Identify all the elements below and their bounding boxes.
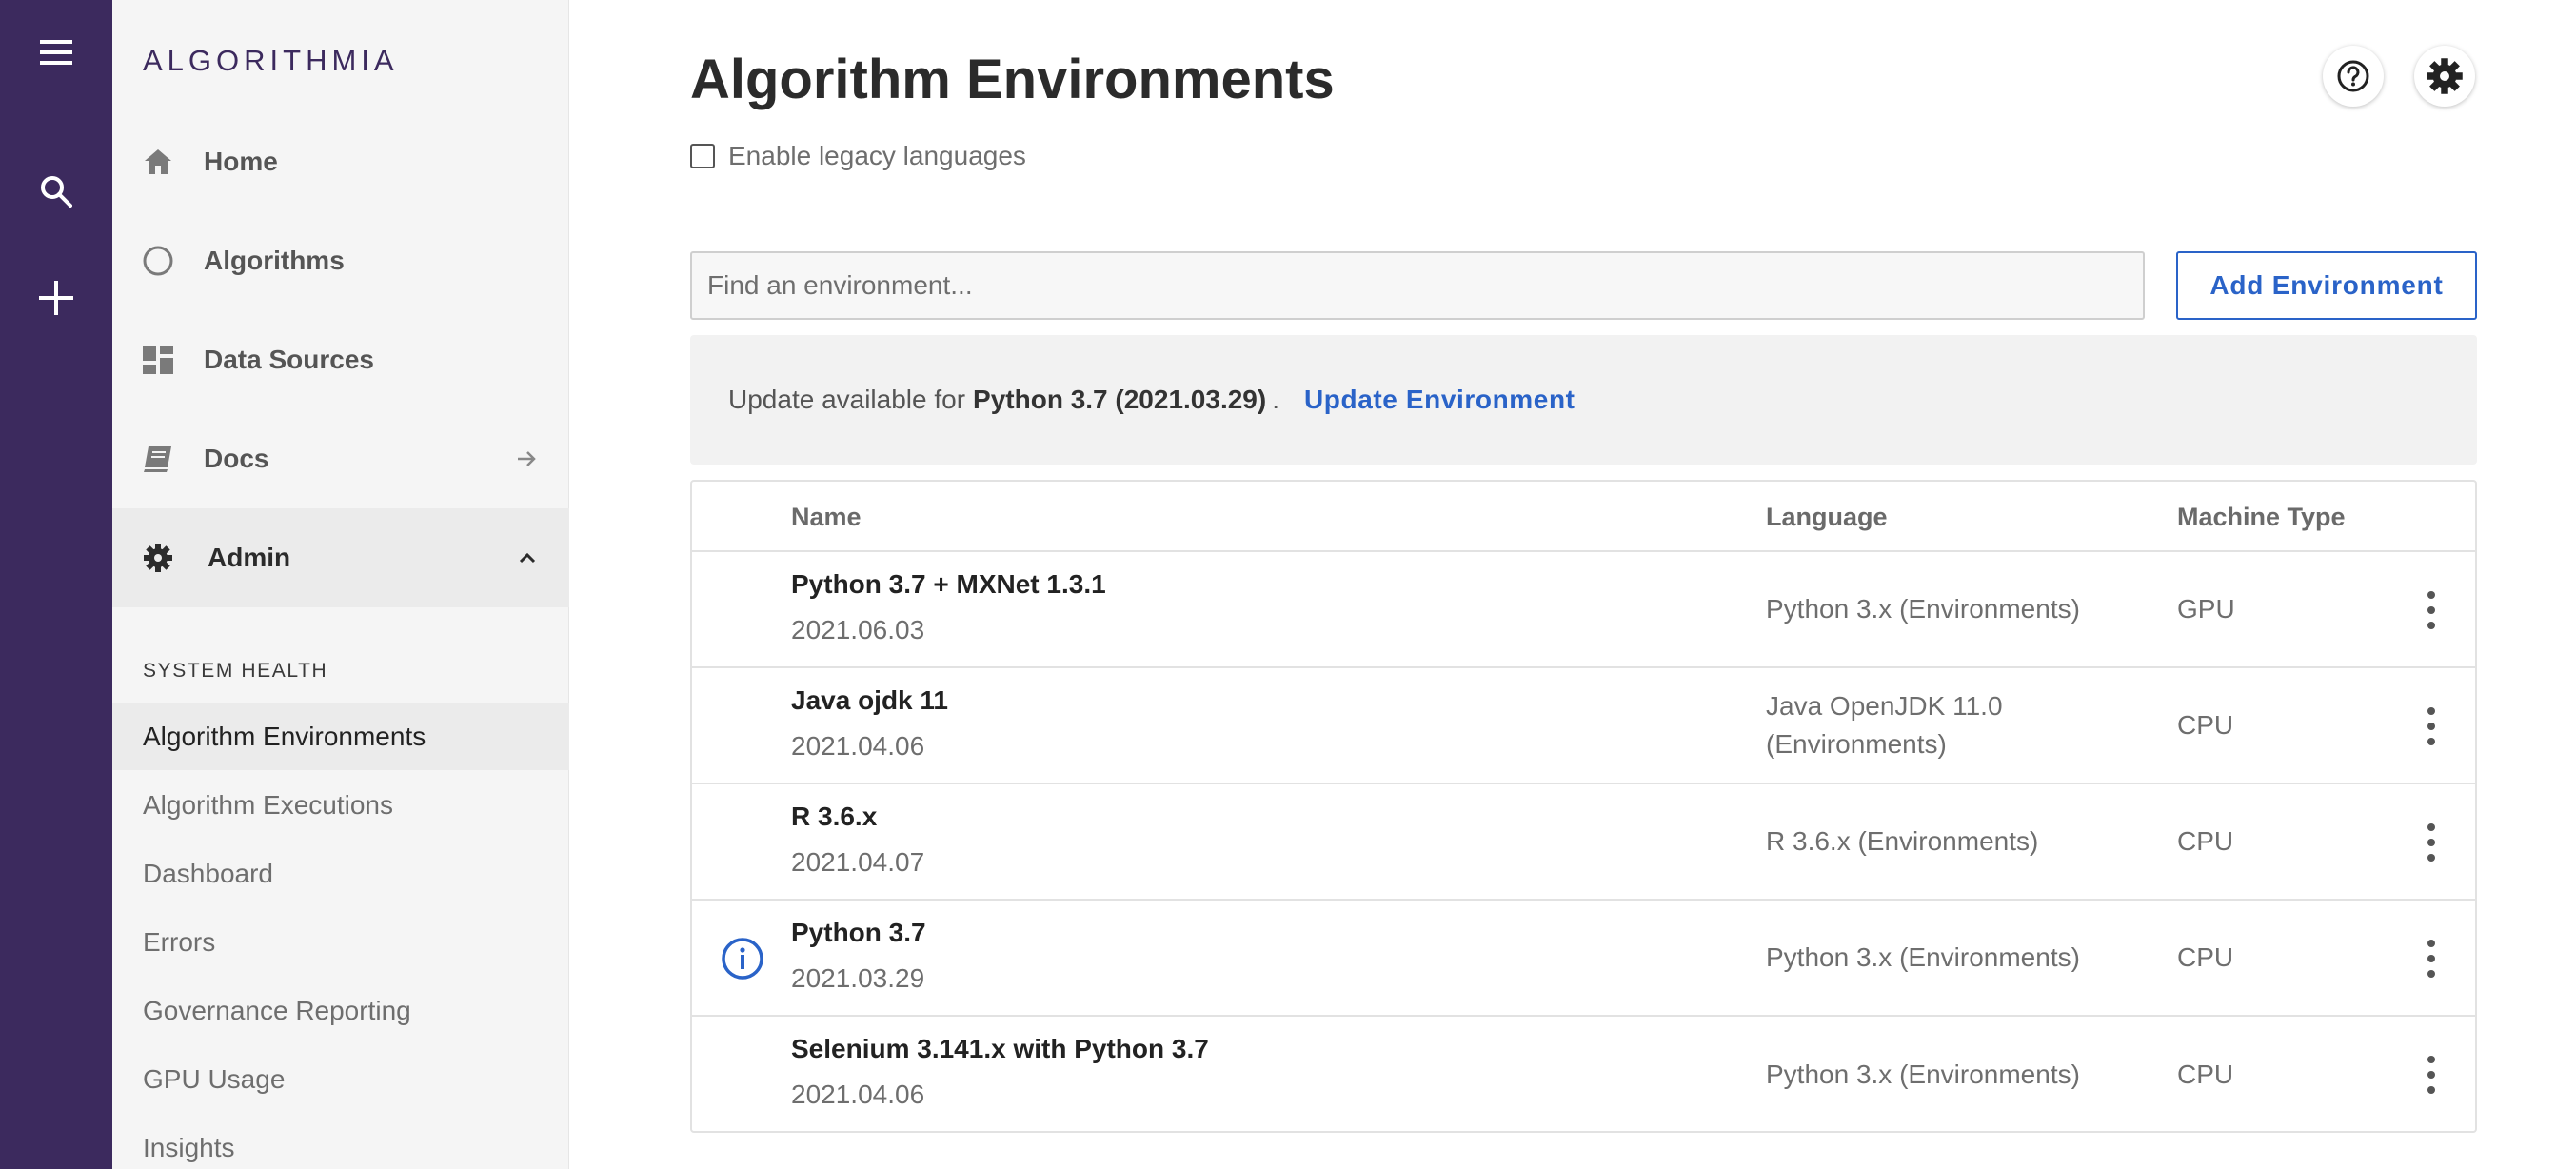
environment-search-input[interactable] [690,251,2145,320]
sub-item-algorithm-environments[interactable]: Algorithm Environments [112,703,569,770]
nav-item-admin[interactable]: Admin [112,508,569,607]
env-version: 2021.03.29 [791,963,925,993]
settings-gear-icon[interactable] [2414,46,2475,107]
plus-icon[interactable] [23,265,89,331]
more-options-icon[interactable] [2422,707,2441,745]
page-title: Algorithm Environments [690,49,1335,110]
env-name: Python 3.7 + MXNet 1.3.1 [791,569,1106,599]
arrow-right-icon [516,448,537,469]
table-row[interactable]: Python 3.7 2021.03.29 Python 3.x (Enviro… [692,901,2475,1017]
chevron-up-icon[interactable] [518,551,537,565]
help-icon[interactable] [2323,46,2384,107]
table-row[interactable]: Java ojdk 11 2021.04.06 Java OpenJDK 11.… [692,668,2475,784]
legacy-languages-label: Enable legacy languages [728,141,1026,170]
sub-item-dashboard[interactable]: Dashboard [112,841,569,907]
table-header: Name Language Machine Type [692,482,2475,552]
banner-suffix: . [1272,385,1279,414]
sub-item-gpu-usage[interactable]: GPU Usage [112,1046,569,1113]
more-options-icon[interactable] [2422,591,2441,629]
sub-item-algorithm-executions[interactable]: Algorithm Executions [112,772,569,839]
more-options-icon[interactable] [2422,940,2441,978]
sub-item-governance-reporting[interactable]: Governance Reporting [112,978,569,1044]
nav-label: Admin [208,543,291,572]
nav-label: Data Sources [204,345,374,374]
env-version: 2021.04.07 [791,847,925,877]
nav-item-data-sources[interactable]: Data Sources [112,310,569,409]
env-name: R 3.6.x [791,802,878,831]
table-row[interactable]: Selenium 3.141.x with Python 3.7 2021.04… [692,1017,2475,1133]
column-header-name: Name [791,503,862,531]
column-header-machine-type: Machine Type [2177,503,2346,531]
column-header-language: Language [1766,503,1888,531]
nav-item-algorithms[interactable]: Algorithms [112,211,569,310]
env-language: Python 3.x (Environments) [1766,1060,2080,1089]
nav-label: Algorithms [204,246,345,275]
more-options-icon[interactable] [2422,823,2441,862]
env-version: 2021.04.06 [791,1080,925,1109]
env-machine-type: CPU [2177,826,2234,856]
section-title: SYSTEM HEALTH [143,660,328,682]
nav-label: Home [204,147,278,176]
search-icon[interactable] [23,158,89,225]
info-icon[interactable] [721,937,764,981]
update-environment-link[interactable]: Update Environment [1304,385,1575,415]
banner-prefix: Update available for [728,385,966,414]
env-machine-type: CPU [2177,942,2234,972]
legacy-languages-checkbox[interactable] [690,144,715,168]
left-rail [0,0,112,1169]
env-machine-type: CPU [2177,1060,2234,1089]
env-language: Python 3.x (Environments) [1766,594,2080,624]
nav-item-docs[interactable]: Docs [112,409,569,508]
env-name: Selenium 3.141.x with Python 3.7 [791,1034,1209,1063]
legacy-languages-option: Enable legacy languages [690,141,1026,171]
update-banner: Update available for Python 3.7 (2021.03… [690,335,2477,465]
nav-item-home[interactable]: Home [112,112,569,211]
env-version: 2021.06.03 [791,615,925,644]
env-language: R 3.6.x (Environments) [1766,826,2039,856]
menu-icon[interactable] [23,19,89,86]
env-machine-type: GPU [2177,594,2235,624]
sub-item-insights[interactable]: Insights [112,1115,569,1169]
env-name: Python 3.7 [791,918,926,947]
env-machine-type: CPU [2177,710,2234,740]
dashboard-icon [141,343,175,377]
sidebar: ALGORITHMIA Home Algorithms Data Sources… [112,0,569,1169]
environments-table: Name Language Machine Type Python 3.7 + … [690,480,2477,1133]
sub-item-errors[interactable]: Errors [112,909,569,976]
table-row[interactable]: Python 3.7 + MXNet 1.3.1 2021.06.03 Pyth… [692,552,2475,668]
circle-icon [141,244,175,278]
more-options-icon[interactable] [2422,1056,2441,1094]
env-name: Java ojdk 11 [791,685,949,715]
gear-icon [141,541,175,575]
add-environment-button[interactable]: Add Environment [2176,251,2477,320]
table-row[interactable]: R 3.6.x 2021.04.07 R 3.6.x (Environments… [692,784,2475,901]
book-icon [141,442,175,476]
banner-env-name: Python 3.7 (2021.03.29) [973,385,1267,414]
env-version: 2021.04.06 [791,731,925,761]
env-language: Java OpenJDK 11.0 (Environments) [1766,691,2003,759]
env-language: Python 3.x (Environments) [1766,942,2080,972]
logo: ALGORITHMIA [143,44,399,77]
nav-label: Docs [204,444,269,473]
home-icon [141,145,175,179]
